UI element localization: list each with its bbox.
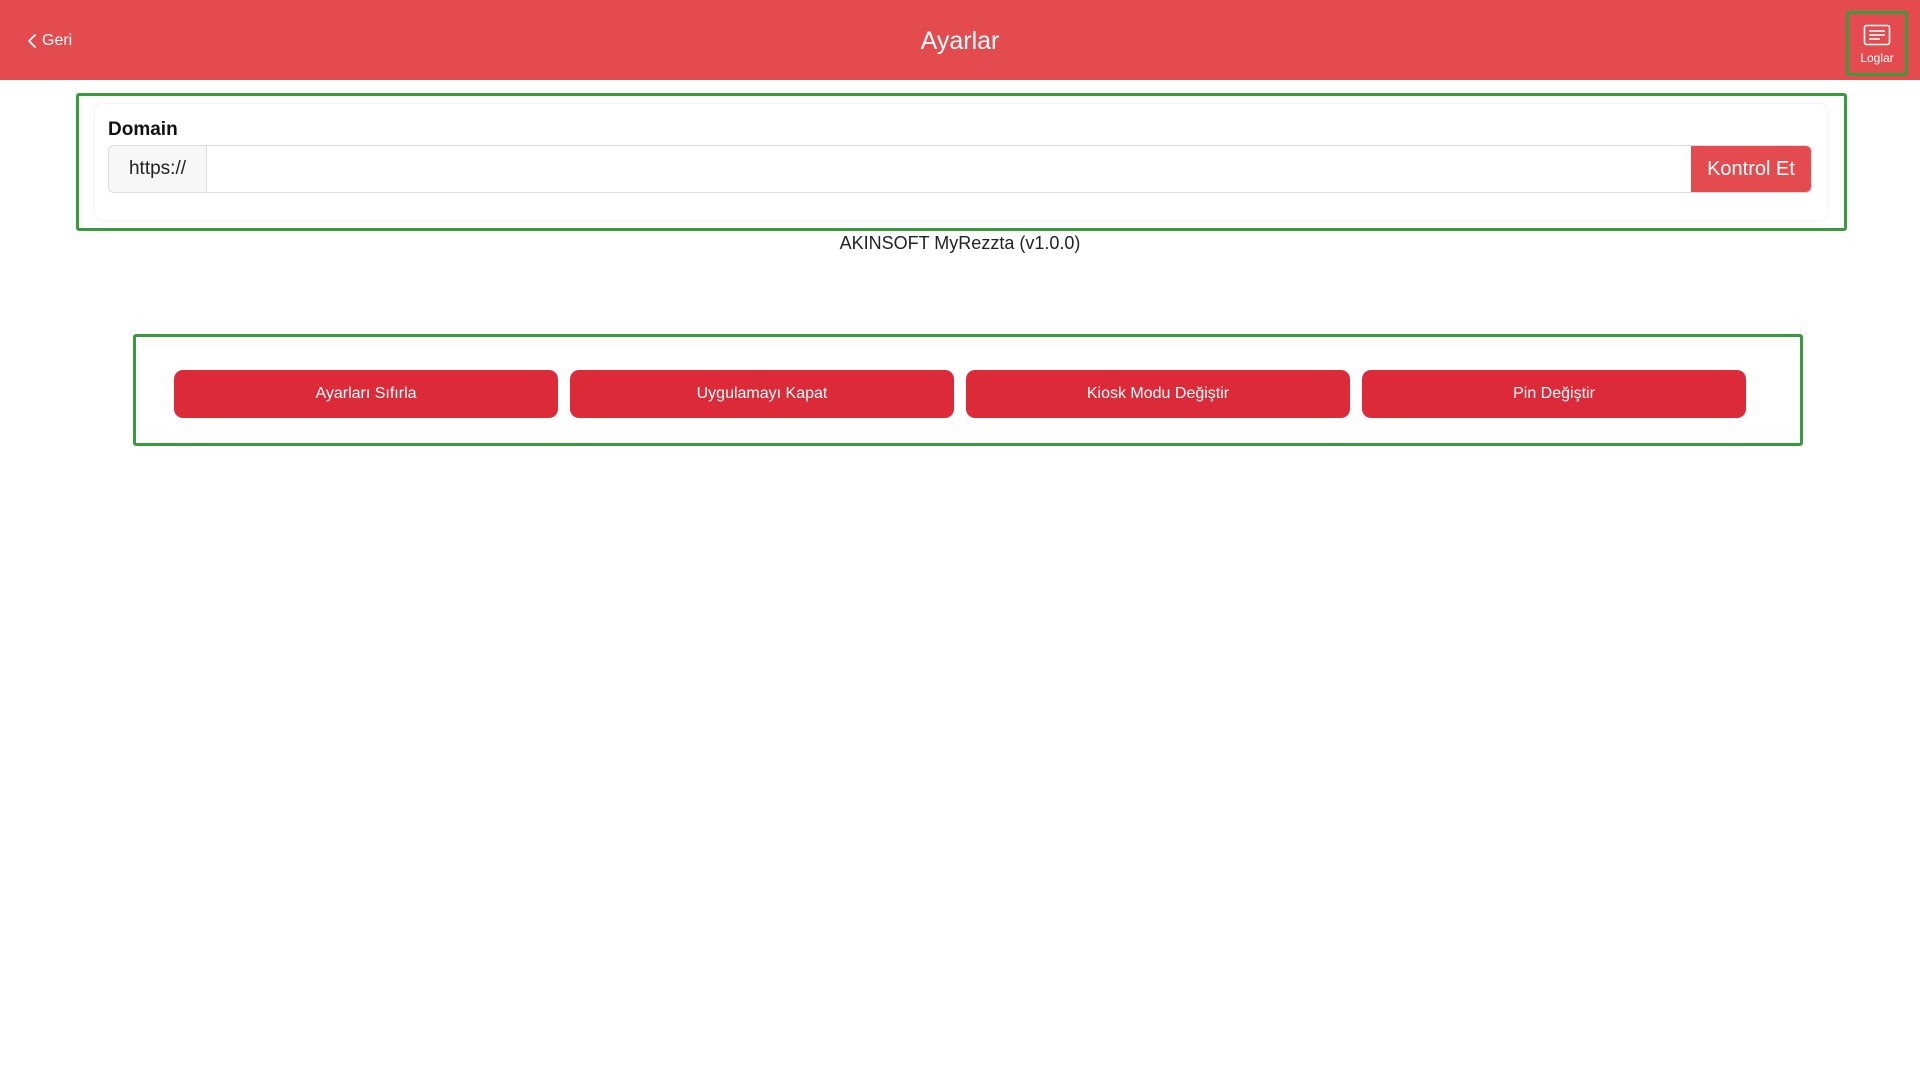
page-title: Ayarlar	[920, 27, 1000, 55]
toggle-kiosk-mode-button[interactable]: Kiosk Modu Değiştir	[966, 370, 1350, 418]
reset-settings-button[interactable]: Ayarları Sıfırla	[174, 370, 558, 418]
top-navigation-bar: Geri Ayarlar Loglar	[0, 0, 1920, 80]
logs-label: Loglar	[1860, 50, 1894, 65]
domain-input[interactable]	[207, 146, 1691, 192]
close-app-button[interactable]: Uygulamayı Kapat	[570, 370, 954, 418]
change-pin-button[interactable]: Pin Değiştir	[1362, 370, 1746, 418]
action-buttons-row: Ayarları Sıfırla Uygulamayı Kapat Kiosk …	[174, 370, 1747, 418]
logs-button[interactable]: Loglar	[1846, 11, 1908, 76]
document-list-icon	[1863, 24, 1891, 45]
check-domain-button[interactable]: Kontrol Et	[1691, 146, 1811, 192]
app-version-label: AKINSOFT MyRezzta (v1.0.0)	[839, 233, 1081, 253]
domain-label: Domain	[108, 119, 178, 140]
domain-input-group: https:// Kontrol Et	[108, 145, 1812, 193]
https-prefix: https://	[109, 146, 207, 192]
